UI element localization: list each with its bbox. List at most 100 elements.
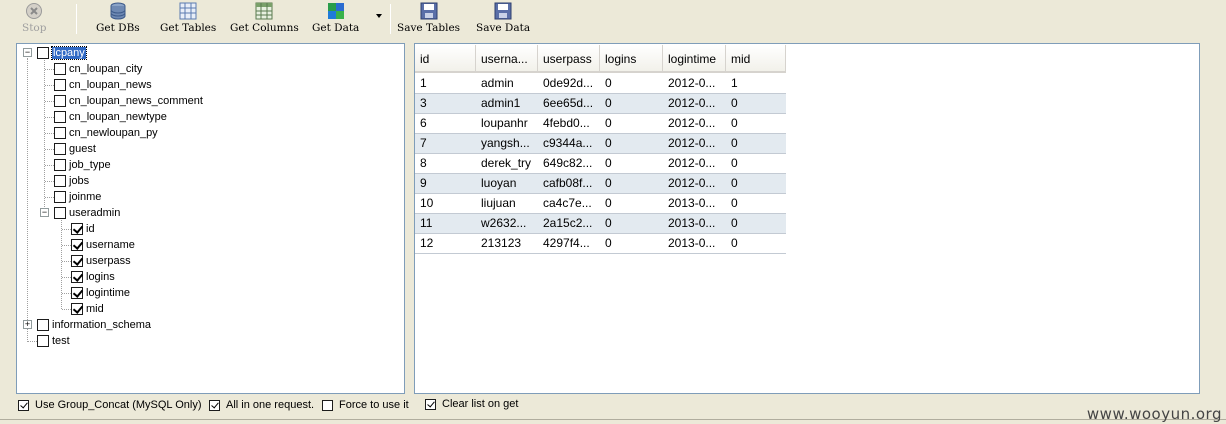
table-cell: 6 (420, 116, 427, 130)
checkbox[interactable] (71, 287, 83, 299)
checkbox[interactable] (425, 398, 436, 410)
tree-item-table[interactable]: cn_newloupan_py (54, 125, 158, 141)
status-bar-divider (0, 419, 1226, 420)
table-cell: 2012-0... (668, 136, 716, 150)
save-tables-button[interactable]: Save Tables (397, 2, 460, 36)
table-cell: w2632... (481, 216, 527, 230)
data-grid-icon (327, 2, 345, 20)
tree-item-column[interactable]: mid (71, 301, 104, 317)
tree-item-table[interactable]: cn_loupan_news_comment (54, 93, 203, 109)
checkbox[interactable] (54, 79, 66, 91)
table-cell: 2012-0... (668, 76, 716, 90)
stop-button[interactable]: Stop (22, 2, 46, 36)
checkbox[interactable] (71, 239, 83, 251)
tree-item-table[interactable]: cn_loupan_city (54, 61, 142, 77)
checkbox[interactable] (37, 335, 49, 347)
column-header[interactable]: mid (726, 45, 786, 73)
table-row[interactable]: 12 213123 4297f4... 0 2013-0... 0 (415, 234, 786, 254)
grid-header: id userna... userpass logins logintime mid (415, 45, 786, 73)
table-cell: 2013-0... (668, 236, 716, 250)
tree-item-column[interactable]: logintime (71, 285, 130, 301)
tree-item-table[interactable]: jobs (54, 173, 89, 189)
get-data-button[interactable]: Get Data (312, 2, 359, 36)
database-tree[interactable]: − lcpany cn_loupan_city cn_loupan_news c… (16, 43, 405, 394)
tree-connector (28, 341, 37, 342)
checkbox[interactable] (37, 47, 49, 59)
table-row[interactable]: 6 loupanhr 4febd0... 0 2012-0... 0 (415, 114, 786, 134)
column-header[interactable]: userpass (538, 45, 600, 73)
column-header[interactable]: logins (600, 45, 663, 73)
table-cell: 0 (731, 176, 738, 190)
column-header[interactable]: id (415, 45, 476, 73)
tree-item-column[interactable]: id (71, 221, 95, 237)
checkbox[interactable] (54, 159, 66, 171)
table-cell: 0 (605, 156, 612, 170)
table-cell: yangsh... (481, 136, 530, 150)
table-cell: 0 (731, 196, 738, 210)
all-in-one-option[interactable]: All in one request. (209, 397, 314, 413)
checkbox[interactable] (54, 191, 66, 203)
table-row[interactable]: 9 luoyan cafb08f... 0 2012-0... 0 (415, 174, 786, 194)
tree-item-table[interactable]: useradmin (54, 205, 120, 221)
floppy-disk-icon (420, 2, 438, 20)
tree-item-table[interactable]: cn_loupan_newtype (54, 109, 167, 125)
collapse-toggle[interactable]: − (23, 48, 32, 57)
checkbox[interactable] (209, 399, 220, 411)
tree-connector (61, 220, 62, 309)
table-row[interactable]: 10 liujuan ca4c7e... 0 2013-0... 0 (415, 194, 786, 214)
tree-item-db[interactable]: test (37, 333, 70, 349)
checkbox[interactable] (71, 271, 83, 283)
clear-list-option[interactable]: Clear list on get (425, 396, 518, 412)
group-concat-option[interactable]: Use Group_Concat (MySQL Only) (18, 397, 201, 413)
table-row[interactable]: 8 derek_try 649c82... 0 2012-0... 0 (415, 154, 786, 174)
tree-item-table[interactable]: cn_loupan_news (54, 77, 152, 93)
collapse-toggle[interactable]: − (40, 208, 49, 217)
tree-item-table[interactable]: joinme (54, 189, 101, 205)
tree-connector (45, 181, 54, 182)
table-row[interactable]: 1 admin 0de92d... 0 2012-0... 1 (415, 74, 786, 94)
grid-body: 1 admin 0de92d... 0 2012-0... 1 3 admin1 6ee65d.… (415, 74, 786, 254)
tree-item-table[interactable]: job_type (54, 157, 111, 173)
force-option[interactable]: Force to use it (322, 397, 409, 413)
table-cell: 4297f4... (543, 236, 590, 250)
checkbox[interactable] (54, 95, 66, 107)
tree-item-column[interactable]: userpass (71, 253, 131, 269)
table-cell: 649c82... (543, 156, 593, 170)
column-header[interactable]: userna... (476, 45, 538, 73)
tree-item-column[interactable]: username (71, 237, 135, 253)
table-cell: 0 (605, 216, 612, 230)
checkbox[interactable] (54, 63, 66, 75)
tree-item-db[interactable]: lcpany (37, 45, 87, 61)
table-cell: 9 (420, 176, 427, 190)
checkbox[interactable] (18, 399, 29, 411)
table-cell: 0 (605, 76, 612, 90)
checkbox[interactable] (54, 207, 66, 219)
column-header[interactable]: logintime (663, 45, 726, 73)
checkbox[interactable] (54, 143, 66, 155)
tree-item-table[interactable]: guest (54, 141, 96, 157)
checkbox[interactable] (71, 255, 83, 267)
checkbox[interactable] (37, 319, 49, 331)
checkbox[interactable] (322, 399, 333, 411)
expand-toggle[interactable]: + (23, 320, 32, 329)
tree-connector (62, 309, 71, 310)
checkbox[interactable] (54, 127, 66, 139)
table-row[interactable]: 7 yangsh... c9344a... 0 2012-0... 0 (415, 134, 786, 154)
tree-item-db[interactable]: information_schema (37, 317, 151, 333)
get-dbs-button[interactable]: Get DBs (96, 2, 140, 36)
get-tables-button[interactable]: Get Tables (160, 2, 216, 36)
table-row[interactable]: 3 admin1 6ee65d... 0 2012-0... 0 (415, 94, 786, 114)
table-cell: 2012-0... (668, 116, 716, 130)
table-row[interactable]: 11 w2632... 2a15c2... 0 2013-0... 0 (415, 214, 786, 234)
data-grid[interactable]: id userna... userpass logins logintime mid 1 a… (414, 43, 1200, 394)
get-data-dropdown-arrow[interactable] (376, 14, 382, 18)
checkbox[interactable] (54, 111, 66, 123)
checkbox[interactable] (71, 223, 83, 235)
save-data-button[interactable]: Save Data (476, 2, 530, 36)
get-columns-button[interactable]: Get Columns (230, 2, 299, 36)
checkbox[interactable] (71, 303, 83, 315)
checkbox[interactable] (54, 175, 66, 187)
database-icon (109, 2, 127, 20)
tree-item-column[interactable]: logins (71, 269, 115, 285)
tree-connector (45, 149, 54, 150)
